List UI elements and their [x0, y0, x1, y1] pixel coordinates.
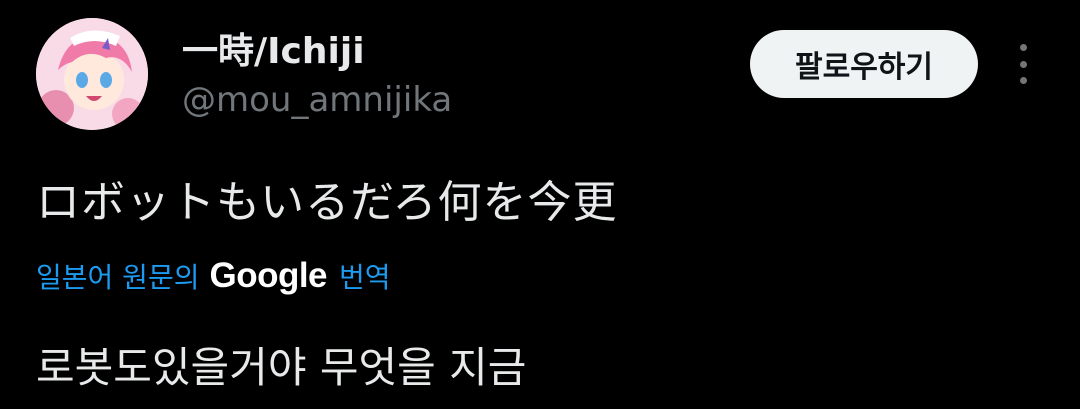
more-vertical-icon[interactable]: [1008, 44, 1038, 84]
avatar-image: [36, 18, 148, 130]
follow-button[interactable]: 팔로우하기: [750, 30, 978, 98]
more-dot: [1019, 77, 1027, 84]
display-name[interactable]: 一時/Ichiji: [182, 22, 365, 74]
google-logo: Google: [209, 256, 328, 295]
user-handle[interactable]: @mou_amnijika: [182, 80, 452, 120]
translation-attribution: 일본어 원문의 Google 번역: [36, 256, 391, 296]
tweet-text: ロボットもいるだろ何を今更: [36, 177, 618, 228]
more-dot: [1019, 60, 1027, 68]
avatar[interactable]: [36, 18, 148, 130]
more-dot: [1019, 44, 1027, 51]
translate-link[interactable]: 번역: [339, 256, 391, 296]
translated-text: 로봇도있을거야 무엇을 지금: [36, 343, 527, 392]
translation-source-label: 일본어 원문의: [36, 261, 200, 294]
